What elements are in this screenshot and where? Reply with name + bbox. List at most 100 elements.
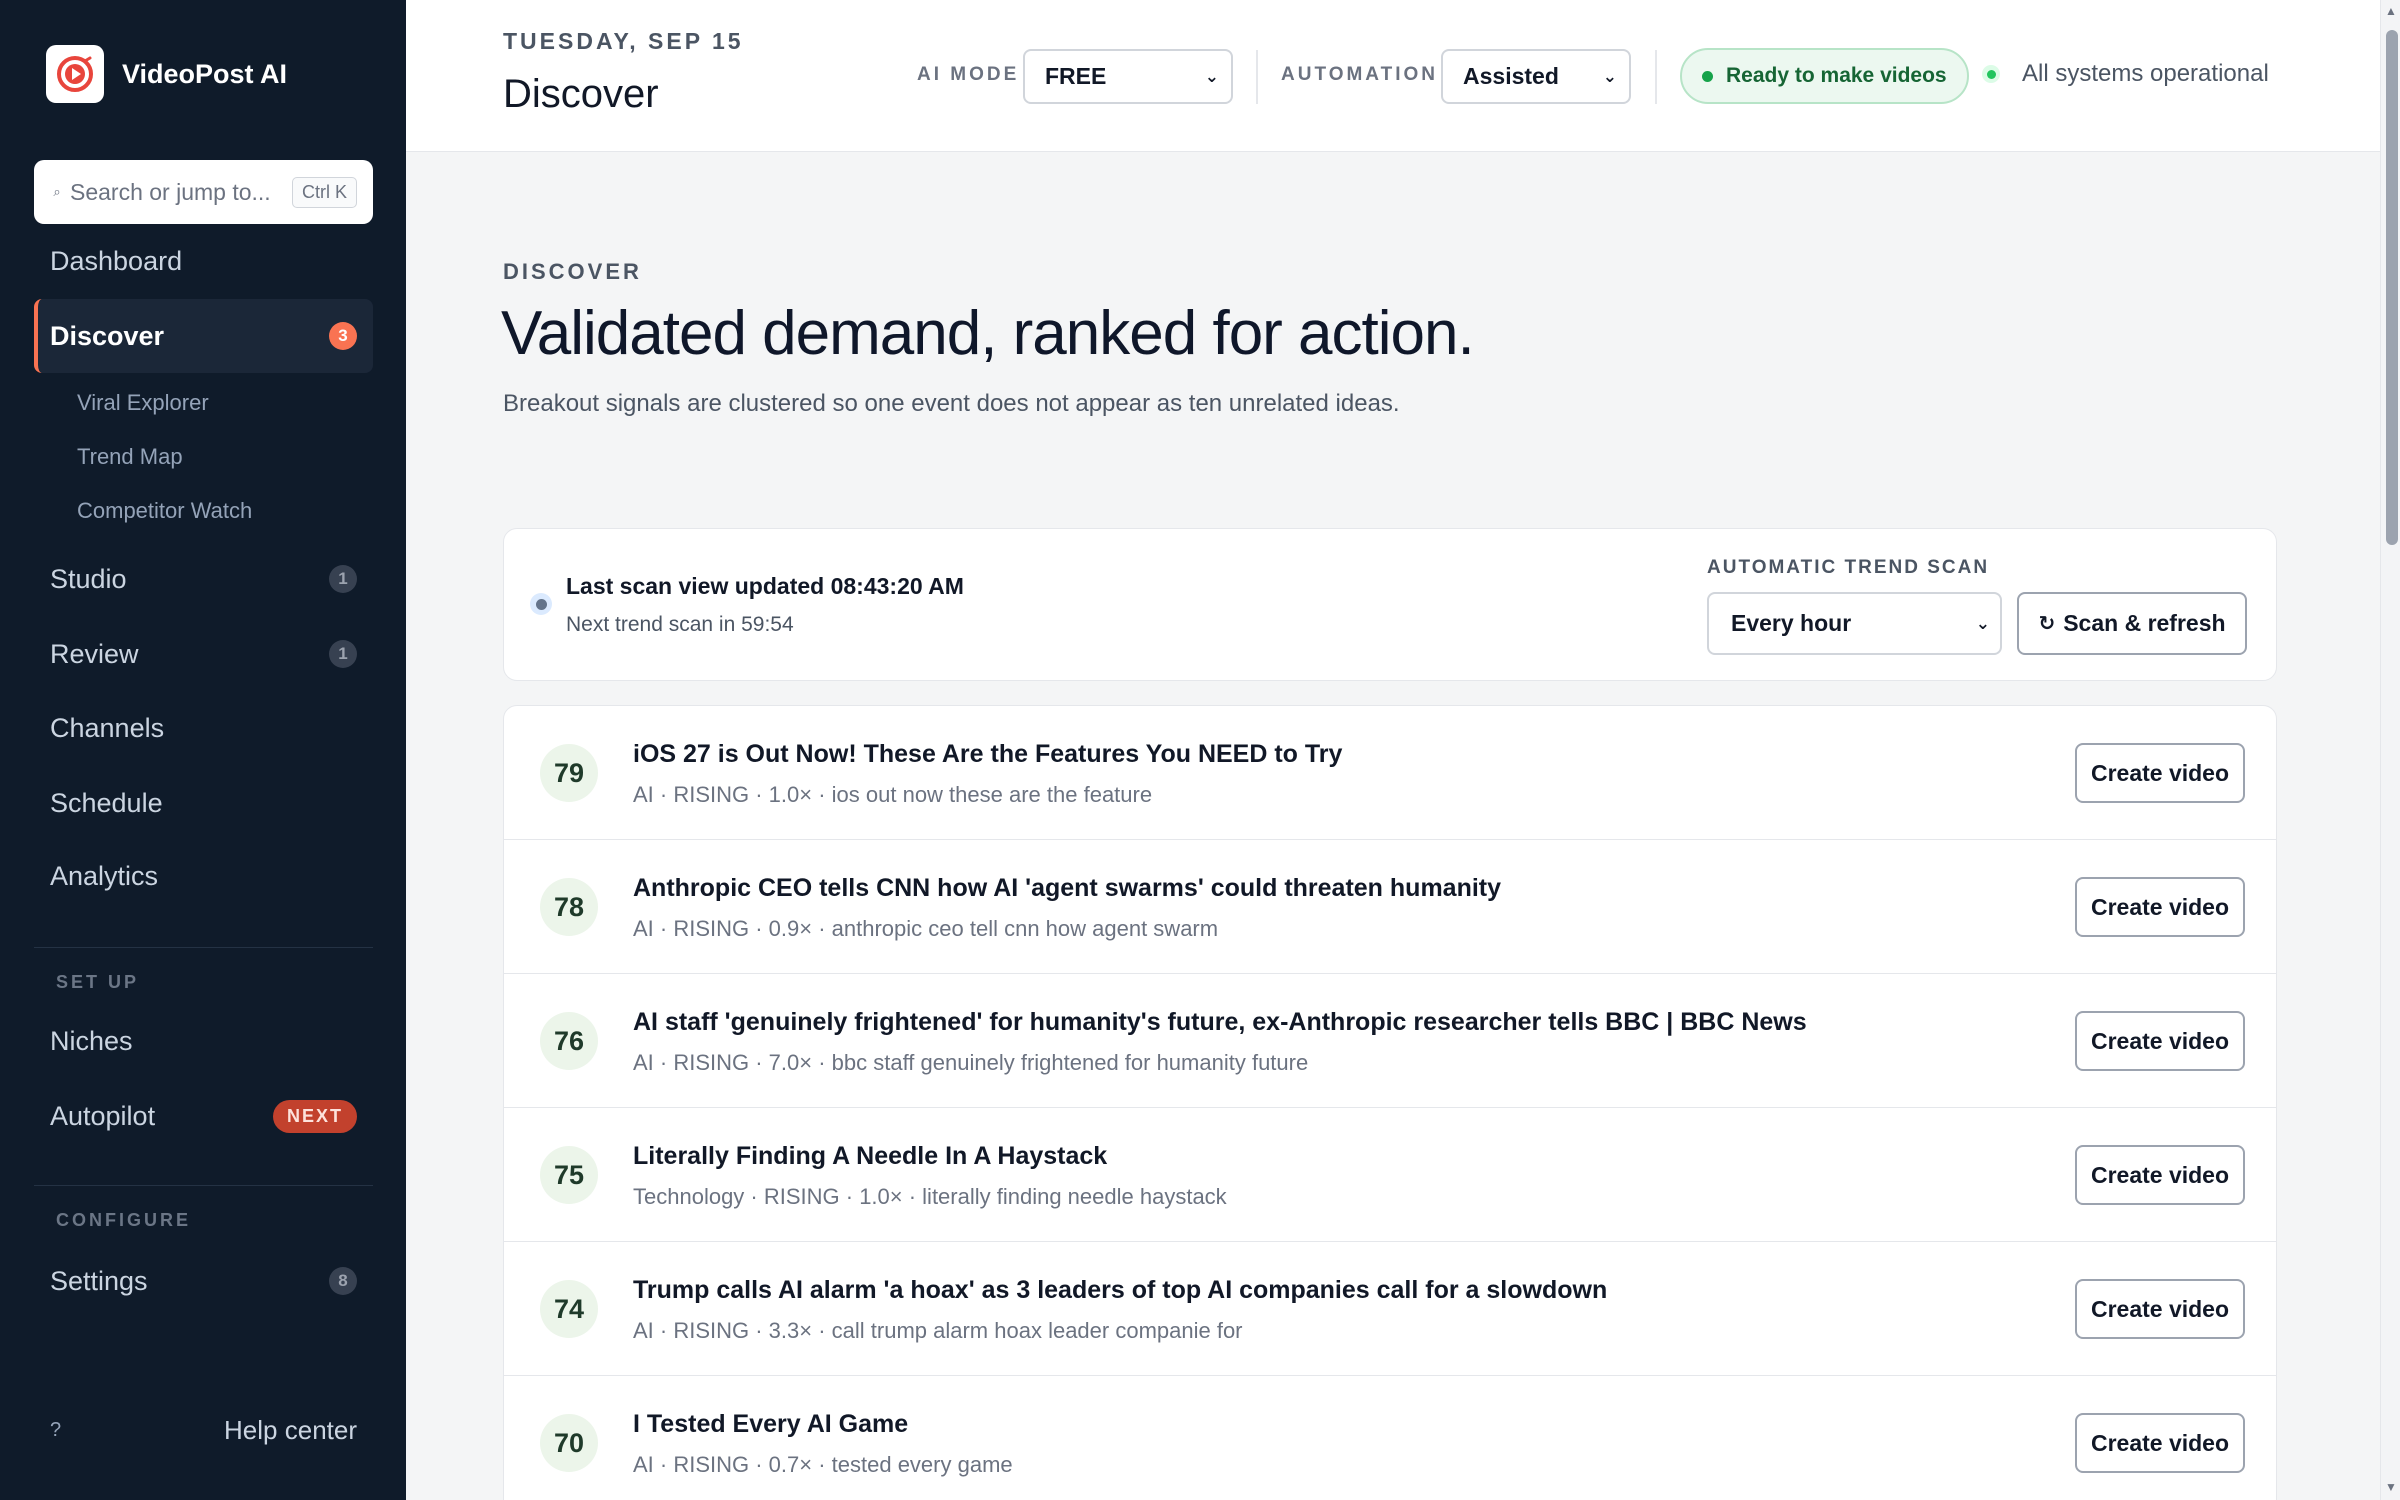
- search-icon: ⌕: [53, 184, 61, 199]
- create-video-button[interactable]: Create video: [2075, 743, 2245, 803]
- scan-refresh-label: Scan & refresh: [2063, 610, 2226, 636]
- sidebar-item-label: Studio: [50, 563, 127, 594]
- top-header: TUESDAY, SEP 15 Discover AI MODE FREE ⌄ …: [406, 0, 2380, 152]
- brand[interactable]: VideoPost AI: [46, 45, 287, 103]
- automation-label: AUTOMATION: [1281, 64, 1439, 85]
- create-video-button[interactable]: Create video: [2075, 1145, 2245, 1205]
- help-icon: ?: [50, 1418, 62, 1441]
- scan-frequency-select[interactable]: Every hour ⌄: [1707, 592, 2002, 655]
- ready-status-text: Ready to make videos: [1726, 64, 1947, 87]
- search-input[interactable]: ⌕ Search or jump to... Ctrl K: [34, 160, 373, 224]
- sidebar-item-channels[interactable]: Channels: [34, 695, 373, 761]
- trend-title[interactable]: AI staff 'genuinely frightened' for huma…: [633, 1008, 1807, 1037]
- header-divider: [1655, 50, 1657, 104]
- system-status-text: All systems operational: [2022, 60, 2269, 87]
- trend-title[interactable]: Anthropic CEO tells CNN how AI 'agent sw…: [633, 874, 1501, 903]
- trend-row[interactable]: 78 Anthropic CEO tells CNN how AI 'agent…: [504, 840, 2276, 974]
- score-badge: 76: [540, 1012, 598, 1070]
- settings-count-badge: 8: [329, 1267, 357, 1295]
- trend-meta: AI · RISING · 0.7× · tested every game: [633, 1452, 1013, 1477]
- sidebar-item-label: Analytics: [50, 860, 159, 891]
- scroll-down-arrow-icon[interactable]: ▼: [2385, 1480, 2397, 1494]
- refresh-icon: ↻: [2038, 613, 2056, 635]
- sidebar-item-studio[interactable]: Studio 1: [34, 546, 373, 612]
- sidebar-item-niches[interactable]: Niches: [34, 1008, 373, 1074]
- ai-mode-value: FREE: [1045, 63, 1107, 89]
- create-video-button[interactable]: Create video: [2075, 1413, 2245, 1473]
- sidebar-divider: [34, 1185, 373, 1186]
- sidebar-item-discover[interactable]: Discover 3: [34, 299, 373, 373]
- play-logo-icon: [46, 45, 104, 103]
- ai-mode-select[interactable]: FREE ⌄: [1023, 49, 1233, 104]
- sidebar-subitem-trend-map[interactable]: Trend Map: [77, 444, 183, 470]
- chevron-down-icon: ⌄: [1975, 613, 1990, 633]
- sidebar-subitem-viral-explorer[interactable]: Viral Explorer: [77, 390, 209, 416]
- scan-status-dot-icon: [530, 593, 552, 615]
- sidebar-item-schedule[interactable]: Schedule: [34, 770, 373, 836]
- sidebar-item-autopilot[interactable]: Autopilot NEXT: [34, 1083, 373, 1149]
- sidebar-item-settings[interactable]: Settings 8: [34, 1248, 373, 1314]
- trend-title[interactable]: I Tested Every AI Game: [633, 1410, 908, 1439]
- trend-row[interactable]: 76 AI staff 'genuinely frightened' for h…: [504, 974, 2276, 1108]
- section-eyebrow: DISCOVER: [503, 259, 642, 284]
- automation-select[interactable]: Assisted ⌄: [1441, 49, 1631, 104]
- sidebar-item-label: Review: [50, 638, 139, 669]
- trend-row[interactable]: 74 Trump calls AI alarm 'a hoax' as 3 le…: [504, 1242, 2276, 1376]
- discover-count-badge: 3: [329, 322, 357, 350]
- create-video-button[interactable]: Create video: [2075, 877, 2245, 937]
- trend-list: 79 iOS 27 is Out Now! These Are the Feat…: [503, 705, 2277, 1500]
- score-badge: 70: [540, 1414, 598, 1472]
- trend-title[interactable]: Trump calls AI alarm 'a hoax' as 3 leade…: [633, 1276, 1607, 1305]
- score-badge: 74: [540, 1280, 598, 1338]
- review-count-badge: 1: [329, 640, 357, 668]
- sidebar-item-label: Channels: [50, 712, 165, 743]
- create-video-button[interactable]: Create video: [2075, 1279, 2245, 1339]
- sidebar-divider: [34, 947, 373, 948]
- trend-meta: AI · RISING · 1.0× · ios out now these a…: [633, 782, 1153, 807]
- scan-frequency-value: Every hour: [1731, 610, 1852, 636]
- trend-row[interactable]: 79 iOS 27 is Out Now! These Are the Feat…: [504, 706, 2276, 840]
- sidebar-item-label: Niches: [50, 1025, 133, 1056]
- trend-row[interactable]: 75 Literally Finding A Needle In A Hayst…: [504, 1108, 2276, 1242]
- app-name: VideoPost AI: [122, 58, 288, 89]
- scan-status-card: Last scan view updated 08:43:20 AM Next …: [503, 528, 2277, 681]
- search-shortcut: Ctrl K: [292, 176, 357, 208]
- page-scrollbar[interactable]: ▲ ▼: [2380, 0, 2400, 1500]
- help-center-label: Help center: [224, 1414, 357, 1445]
- last-scan-text: Last scan view updated 08:43:20 AM: [566, 573, 964, 599]
- trend-row[interactable]: 70 I Tested Every AI Game AI · RISING · …: [504, 1376, 2276, 1500]
- ai-mode-label: AI MODE: [917, 64, 1020, 85]
- trend-title[interactable]: iOS 27 is Out Now! These Are the Feature…: [633, 740, 1342, 769]
- automation-value: Assisted: [1463, 63, 1559, 89]
- trend-meta: AI · RISING · 7.0× · bbc staff genuinely…: [633, 1050, 1309, 1075]
- trend-title[interactable]: Literally Finding A Needle In A Haystack: [633, 1142, 1107, 1171]
- hero-title: Validated demand, ranked for action.: [501, 299, 1475, 368]
- chevron-down-icon: ⌄: [1204, 66, 1219, 86]
- sidebar-item-label: Schedule: [50, 787, 163, 818]
- help-center-link[interactable]: ? Help center: [34, 1405, 373, 1455]
- studio-count-badge: 1: [329, 565, 357, 593]
- trend-scan-label: AUTOMATIC TREND SCAN: [1707, 557, 1990, 578]
- sidebar-subitem-competitor-watch[interactable]: Competitor Watch: [77, 498, 252, 524]
- page-title: Discover: [503, 72, 659, 116]
- sidebar-item-label: Autopilot: [50, 1100, 156, 1131]
- sidebar-item-review[interactable]: Review 1: [34, 621, 373, 687]
- header-divider: [1256, 50, 1258, 104]
- status-dot-icon: [1982, 65, 2000, 83]
- score-badge: 78: [540, 878, 598, 936]
- chevron-down-icon: ⌄: [1602, 66, 1617, 86]
- hero-subtitle: Breakout signals are clustered so one ev…: [503, 390, 1400, 417]
- scrollbar-thumb[interactable]: [2386, 30, 2398, 545]
- section-label-setup: SET UP: [56, 972, 140, 992]
- sidebar-item-label: Dashboard: [50, 245, 183, 276]
- scan-refresh-button[interactable]: ↻ Scan & refresh: [2017, 592, 2247, 655]
- section-label-configure: CONFIGURE: [56, 1210, 191, 1230]
- ready-status-badge: Ready to make videos: [1680, 48, 1969, 104]
- create-video-button[interactable]: Create video: [2075, 1011, 2245, 1071]
- search-placeholder: Search or jump to...: [70, 178, 271, 205]
- scroll-up-arrow-icon[interactable]: ▲: [2385, 4, 2397, 18]
- header-date: TUESDAY, SEP 15: [503, 28, 744, 54]
- score-badge: 79: [540, 744, 598, 802]
- sidebar-item-dashboard[interactable]: Dashboard: [34, 228, 373, 294]
- sidebar-item-analytics[interactable]: Analytics: [34, 843, 373, 909]
